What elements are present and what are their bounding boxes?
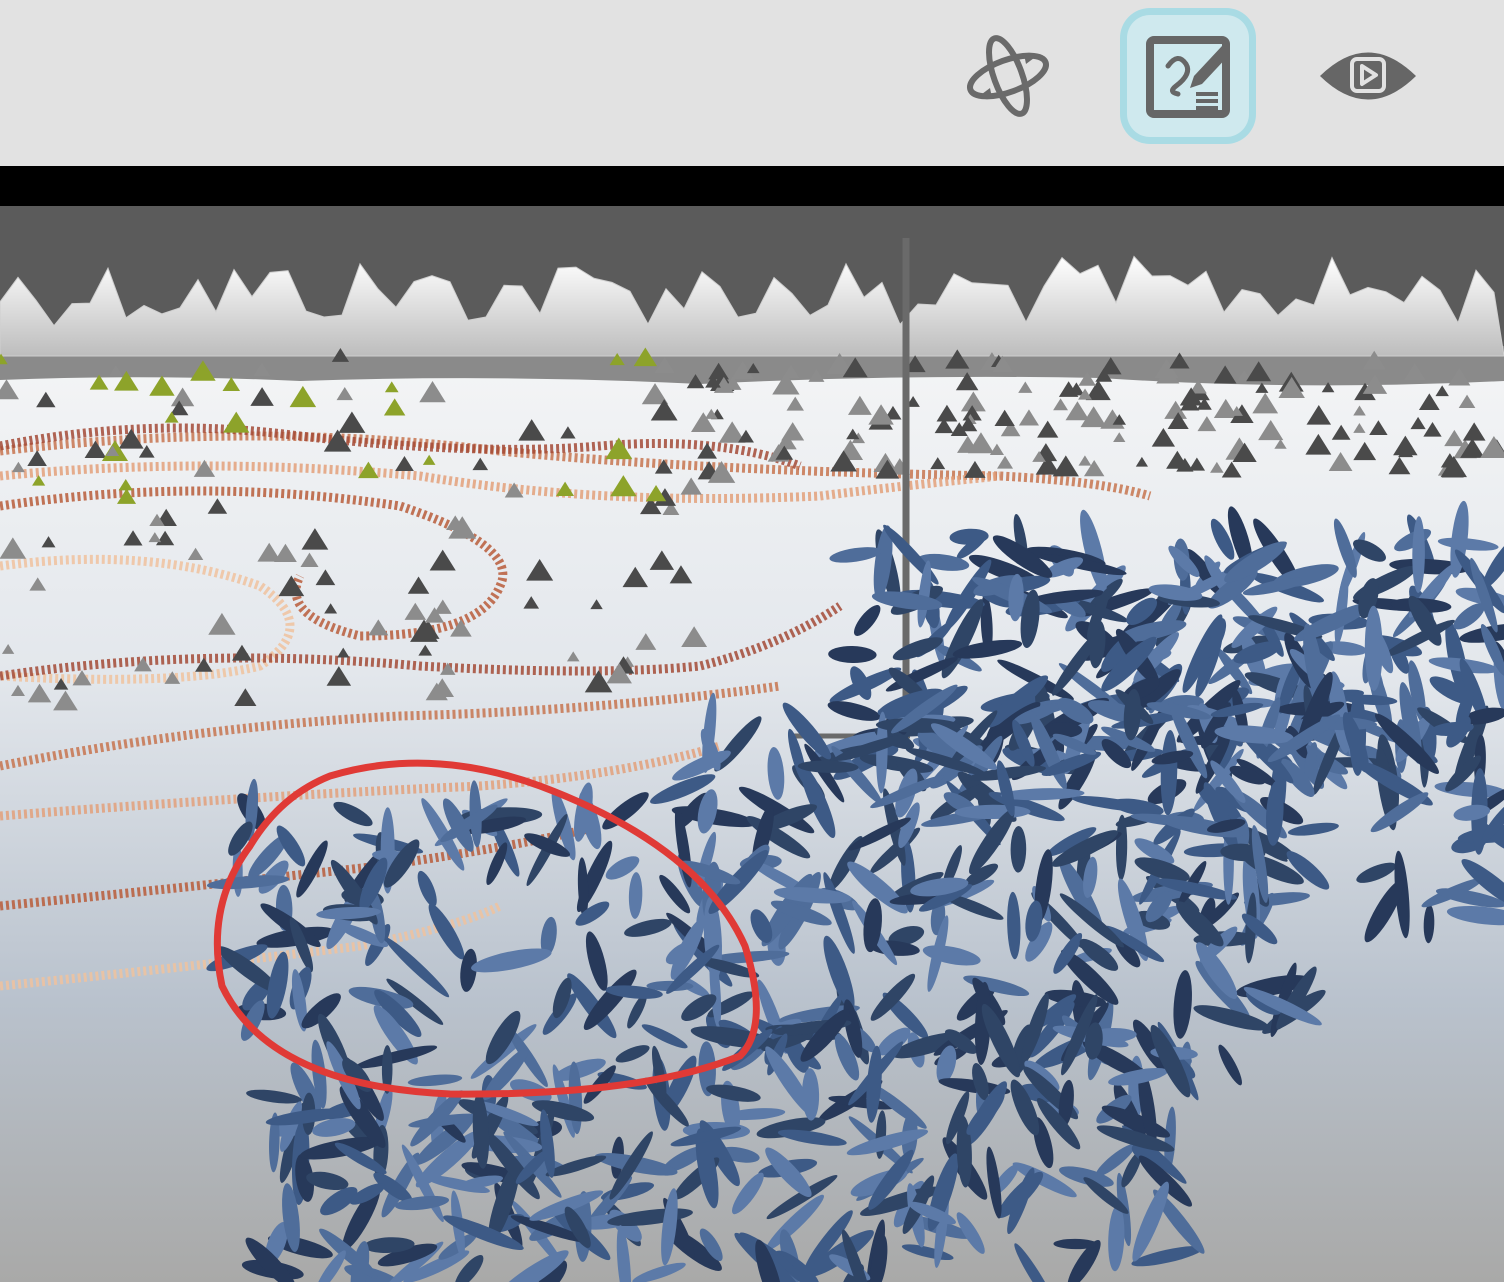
toolbar — [0, 0, 1504, 166]
orbit-tool-button[interactable] — [940, 8, 1076, 144]
mountain-range — [0, 255, 1504, 357]
viewport-header-bar — [0, 166, 1504, 206]
preview-tool-button[interactable] — [1300, 8, 1436, 144]
viewport-frame — [0, 206, 1504, 238]
preview-eye-icon — [1320, 52, 1416, 100]
orbit-icon — [967, 35, 1049, 117]
edit-pen-icon — [1146, 36, 1230, 118]
scene-viewport[interactable] — [0, 206, 1504, 1282]
mountain-silhouette — [0, 255, 1504, 357]
3d-scene[interactable] — [0, 206, 1504, 1282]
edit-tool-button[interactable] — [1120, 8, 1256, 144]
